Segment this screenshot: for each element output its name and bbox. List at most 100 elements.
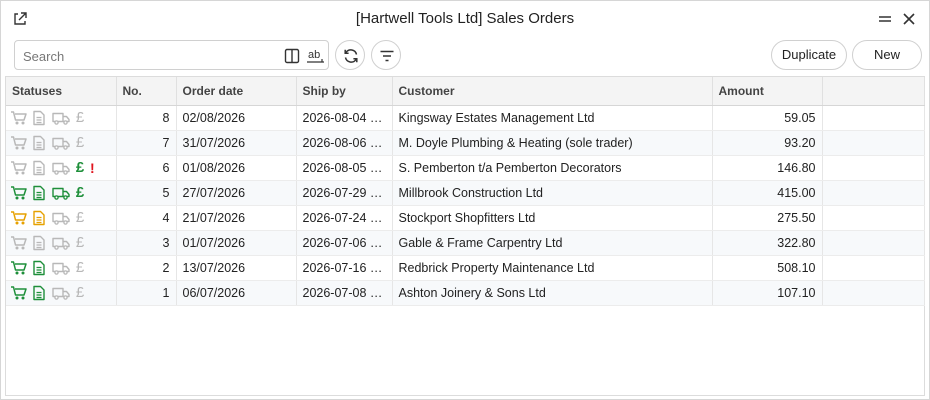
customer-name: Redbrick Property Maintenance Ltd [392,255,713,281]
status-cell: £ [6,255,117,281]
order-amount: 146.80 [712,155,823,181]
col-header-no[interactable]: No. [116,77,177,106]
ship-by: 2026-07-29 0... [296,180,393,206]
empty-cell [822,180,925,206]
cart-icon [10,160,28,176]
cart-icon [10,210,28,226]
col-header-amount[interactable]: Amount [712,77,823,106]
order-date: 06/07/2026 [176,280,297,306]
document-icon [31,185,49,201]
order-date: 13/07/2026 [176,255,297,281]
col-header-customer[interactable]: Customer [392,77,713,106]
order-date: 01/07/2026 [176,230,297,256]
order-number: 8 [116,105,177,131]
order-date: 02/08/2026 [176,105,297,131]
status-cell: £ [6,205,117,231]
column-view-icon[interactable] [283,47,301,65]
new-button[interactable]: New [852,40,922,70]
orders-table: Statuses No. Order date Ship by Customer… [5,76,925,396]
truck-icon [52,185,70,201]
payment-pound-icon: £ [75,209,85,226]
customer-name: S. Pemberton t/a Pemberton Decorators [392,155,713,181]
empty-cell [822,230,925,256]
order-number: 1 [116,280,177,306]
order-date: 01/08/2026 [176,155,297,181]
table-row[interactable]: £! 6 01/08/2026 2026-08-05 0... S. Pembe… [6,155,925,181]
order-date: 31/07/2026 [176,130,297,156]
empty-cell [822,105,925,131]
cart-icon [10,285,28,301]
col-header-order-date[interactable]: Order date [176,77,297,106]
table-row[interactable]: £ 4 21/07/2026 2026-07-24 0... Stockport… [6,205,925,231]
col-header-ship-by[interactable]: Ship by [296,77,393,106]
ship-by: 2026-07-06 0... [296,230,393,256]
document-icon [31,135,49,151]
table-row[interactable]: £ 8 02/08/2026 2026-08-04 0... Kingsway … [6,105,925,131]
ship-by: 2026-07-24 0... [296,205,393,231]
filter-button[interactable] [371,40,401,70]
order-date: 27/07/2026 [176,180,297,206]
empty-cell [822,280,925,306]
truck-icon [52,210,70,226]
order-number: 2 [116,255,177,281]
order-amount: 59.05 [712,105,823,131]
refresh-button[interactable] [335,40,365,70]
minimize-icon[interactable] [877,11,893,27]
truck-icon [52,285,70,301]
payment-pound-icon: £ [75,234,85,251]
table-row[interactable]: £ 3 01/07/2026 2026-07-06 0... Gable & F… [6,230,925,256]
close-icon[interactable] [901,11,917,27]
document-icon [31,235,49,251]
table-header-row: Statuses No. Order date Ship by Customer… [6,77,925,106]
sales-orders-window: [Hartwell Tools Ltd] Sales Orders ab Dup… [0,0,930,400]
order-number: 3 [116,230,177,256]
payment-pound-icon: £ [75,134,85,151]
payment-pound-icon: £ [75,184,85,201]
document-icon [31,110,49,126]
match-text-icon[interactable]: ab [306,47,326,65]
search-input[interactable] [21,45,280,67]
order-amount: 275.50 [712,205,823,231]
ship-by: 2026-07-08 0... [296,280,393,306]
empty-cell [822,205,925,231]
customer-name: Ashton Joinery & Sons Ltd [392,280,713,306]
truck-icon [52,235,70,251]
cart-icon [10,235,28,251]
customer-name: Millbrook Construction Ltd [392,180,713,206]
filter-icon [380,50,394,62]
ship-by: 2026-08-05 0... [296,155,393,181]
payment-pound-icon: £ [75,259,85,276]
table-row[interactable]: £ 1 06/07/2026 2026-07-08 0... Ashton Jo… [6,280,925,306]
cart-icon [10,110,28,126]
table-row[interactable]: £ 7 31/07/2026 2026-08-06 0... M. Doyle … [6,130,925,156]
payment-pound-icon: £ [75,109,85,126]
payment-pound-icon: £ [75,284,85,301]
cart-icon [10,260,28,276]
ship-by: 2026-08-04 0... [296,105,393,131]
truck-icon [52,260,70,276]
order-amount: 322.80 [712,230,823,256]
document-icon [31,260,49,276]
cart-icon [10,185,28,201]
status-cell: £ [6,280,117,306]
document-icon [31,210,49,226]
payment-pound-icon: £ [75,159,85,176]
empty-cell [822,130,925,156]
order-amount: 415.00 [712,180,823,206]
customer-name: Gable & Frame Carpentry Ltd [392,230,713,256]
customer-name: Kingsway Estates Management Ltd [392,105,713,131]
customer-name: Stockport Shopfitters Ltd [392,205,713,231]
cart-icon [10,135,28,151]
duplicate-button[interactable]: Duplicate [771,40,847,70]
col-header-statuses[interactable]: Statuses [6,77,117,106]
order-amount: 508.10 [712,255,823,281]
title-bar: [Hartwell Tools Ltd] Sales Orders [1,1,929,37]
document-icon [31,285,49,301]
table-row[interactable]: £ 2 13/07/2026 2026-07-16 0... Redbrick … [6,255,925,281]
table-row[interactable]: £ 5 27/07/2026 2026-07-29 0... Millbrook… [6,180,925,206]
ship-by: 2026-08-06 0... [296,130,393,156]
alert-icon: ! [90,159,95,176]
empty-cell [822,155,925,181]
status-cell: £ [6,130,117,156]
svg-text:ab: ab [308,49,320,61]
